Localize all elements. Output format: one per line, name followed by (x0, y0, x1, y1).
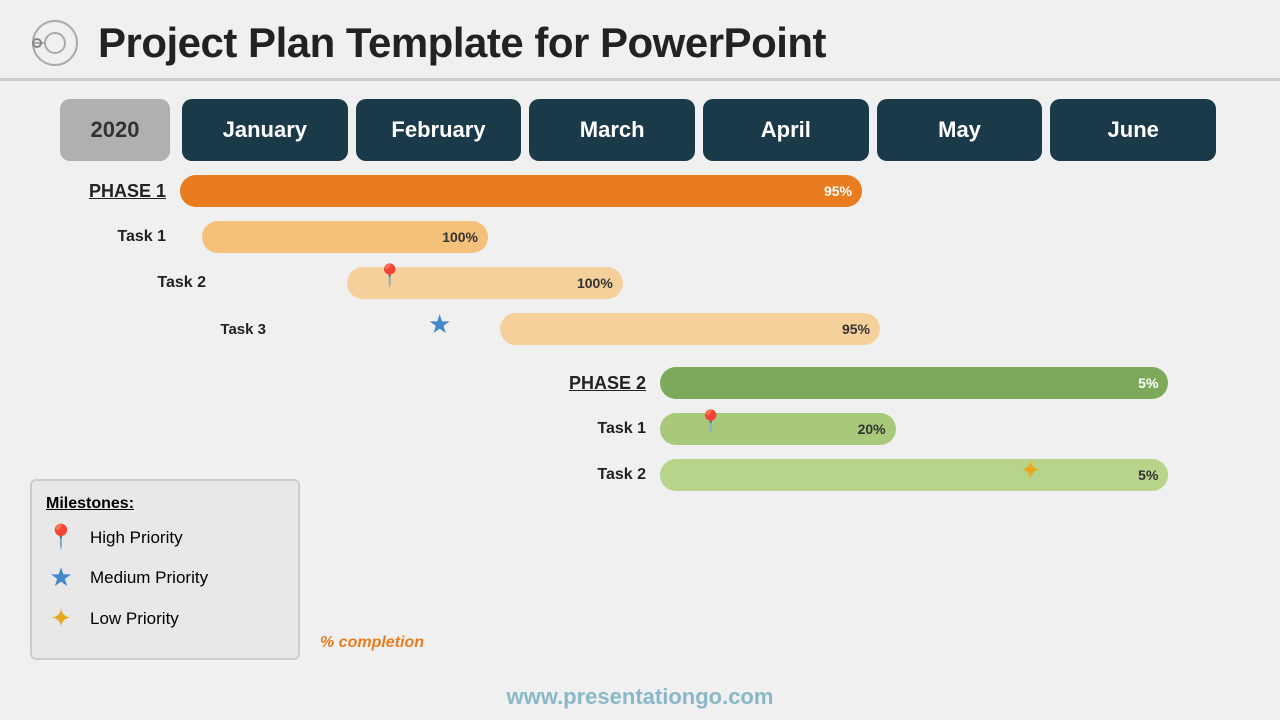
medium-priority-milestone-1: ★ (428, 309, 451, 340)
phase2-task1-row: Task 1 📍 20% Apr 10 – May 2 (540, 407, 1280, 451)
legend-item-medium: ★ Medium Priority (46, 562, 278, 593)
high-priority-milestone-1: 📍 (376, 263, 403, 289)
phase1-task1-label: Task 1 (60, 228, 180, 246)
phase1-task2-track: 📍 100% Jan 18 – Feb 25 (220, 261, 1280, 305)
legend-medium-label: Medium Priority (90, 568, 208, 588)
phase1-task1-row: Task 1 100% Jan 2 – Feb 2 (60, 215, 1280, 259)
year-label: 2020 (60, 99, 170, 161)
phase1-task3-bar: 95% (500, 313, 880, 345)
legend-title: Milestones: (46, 495, 278, 513)
month-may: May (877, 99, 1043, 161)
phase1-task3-row: Task 3 ★ 95% Feb 15 – Apr 10 (60, 307, 1280, 351)
phase2-task1-label: Task 1 (540, 420, 660, 438)
phase1-task2-row: Task 2 📍 100% Jan 18 – Feb 25 (60, 261, 1280, 305)
month-march: March (529, 99, 695, 161)
phase2-bar: 5% (660, 367, 1168, 399)
high-priority-icon: 📍 (46, 523, 76, 552)
header: Project Plan Template for PowerPoint (0, 0, 1280, 78)
phase1-row: PHASE 1 95% Jan 2 – Apr 10 (60, 169, 1280, 213)
phase2-row: PHASE 2 5% Apr 10 – Jun 10 (540, 361, 1280, 405)
pct-completion-note: % completion (320, 634, 424, 652)
legend-box: Milestones: 📍 High Priority ★ Medium Pri… (30, 479, 300, 660)
footer: www.presentationgo.com (0, 684, 1280, 710)
legend-item-high: 📍 High Priority (46, 523, 278, 552)
phase2-task1-bar: 20% (660, 413, 896, 445)
phase1-bar: 95% (180, 175, 862, 207)
phase1-task3-track: ★ 95% Feb 15 – Apr 10 (280, 307, 1280, 351)
phase2-task2-row: Task 2 ✦ 5% Jul 20 – Jun 10 (540, 453, 1280, 497)
phase2-task2-bar: 5% (660, 459, 1168, 491)
month-february: February (356, 99, 522, 161)
phase2-task2-track: ✦ 5% Jul 20 – Jun 10 (660, 453, 1280, 497)
footer-url: www.presentationgo.com (507, 684, 774, 709)
page-title: Project Plan Template for PowerPoint (98, 19, 826, 67)
phase1-task1-bar: 100% (202, 221, 488, 253)
legend-low-label: Low Priority (90, 609, 179, 629)
phase2-track: 5% Apr 10 – Jun 10 (660, 361, 1280, 405)
legend-item-low: ✦ Low Priority (46, 603, 278, 634)
month-june: June (1050, 99, 1216, 161)
low-priority-milestone-1: ✦ (1020, 455, 1042, 486)
logo-icon (30, 18, 80, 68)
month-january: January (182, 99, 348, 161)
phase1-task2-label: Task 2 (140, 274, 220, 292)
medium-priority-icon: ★ (46, 562, 76, 593)
phase2-task1-track: 📍 20% Apr 10 – May 2 (660, 407, 1280, 451)
phase2-task2-label: Task 2 (540, 466, 660, 484)
month-header-row: 2020 January February March April May Ju… (0, 81, 1280, 161)
high-priority-milestone-2: 📍 (697, 409, 724, 435)
low-priority-icon: ✦ (46, 603, 76, 634)
phase1-task1-track: 100% Jan 2 – Feb 2 (180, 215, 1280, 259)
legend-high-label: High Priority (90, 528, 183, 548)
month-april: April (703, 99, 869, 161)
phase1-label: PHASE 1 (60, 181, 180, 202)
phase1-track: 95% Jan 2 – Apr 10 (180, 169, 1280, 213)
phase2-label: PHASE 2 (540, 373, 660, 394)
phase1-task3-label: Task 3 (220, 321, 280, 338)
